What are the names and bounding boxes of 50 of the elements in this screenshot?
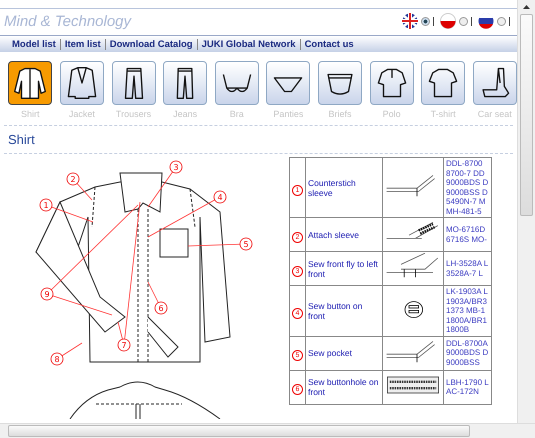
- process-name: Counterstich sleeve: [308, 178, 357, 198]
- language-radio[interactable]: [459, 16, 468, 26]
- category-tile[interactable]: [472, 61, 517, 105]
- category-tile[interactable]: [266, 61, 310, 105]
- category-label: Briefs: [328, 109, 352, 119]
- shirt-icon: [13, 66, 48, 100]
- machine-models: MO-6716D 6716S MO-: [446, 225, 488, 244]
- category-label: Polo: [382, 109, 401, 119]
- stitch-diagram: [385, 253, 441, 279]
- category-tile[interactable]: [163, 61, 208, 105]
- flag-icon[interactable]: [402, 13, 418, 29]
- jacket-icon: [64, 66, 99, 100]
- horizontal-scrollbar-thumb[interactable]: [8, 425, 470, 437]
- process-name: Sew buttonhole on front: [308, 377, 380, 397]
- language-radio[interactable]: [497, 16, 506, 26]
- machine-models: LBH-1790 L AC-172N: [446, 378, 489, 396]
- category-label: Car seat: [478, 109, 512, 119]
- process-name: Sew button on front: [308, 300, 364, 321]
- nav-link[interactable]: Item list: [60, 38, 105, 50]
- category-label: Jeans: [173, 109, 198, 119]
- language-radio[interactable]: [421, 16, 430, 26]
- process-name: Sew pocket: [308, 348, 353, 358]
- nav-link[interactable]: Model list: [8, 38, 60, 50]
- machine-models: DDL-8700A 9000BDS D 9000BSS: [446, 338, 489, 368]
- category-label: Jacket: [68, 109, 95, 119]
- category-tile[interactable]: [8, 61, 52, 105]
- category-label: Panties: [273, 109, 304, 119]
- category-tile[interactable]: [214, 61, 259, 105]
- category-tile[interactable]: [112, 61, 156, 105]
- process-name: Sew front fly to left front: [308, 258, 379, 278]
- category-tile[interactable]: [60, 61, 104, 105]
- nav-link[interactable]: Download Catalog: [104, 38, 197, 50]
- vertical-scrollbar-thumb[interactable]: [520, 14, 534, 216]
- machine-models: LH-3528A L 3528A-7 L: [446, 259, 489, 278]
- machine-models: DDL-8700 8700-7 DD 9000BDS D 9000BSS D 5490N-7 M MH-481-5: [446, 159, 489, 216]
- machine-models: LK-1903A L 1903A/BR3 1373 MB-1 1800A/BR1 1800B: [446, 287, 489, 334]
- scroll-up-icon[interactable]: [522, 3, 532, 12]
- process-name: Attach sleeve: [308, 230, 360, 240]
- category-label: Bra: [230, 109, 244, 119]
- flag-icon[interactable]: [478, 13, 494, 29]
- section-title: Shirt: [8, 132, 36, 147]
- category-label: Shirt: [21, 109, 40, 119]
- category-tile[interactable]: [421, 61, 466, 105]
- category-tile[interactable]: [370, 61, 414, 105]
- category-label: T-shirt: [430, 109, 456, 119]
- nav-link[interactable]: Contact us: [300, 38, 358, 50]
- category-label: Trousers: [116, 109, 152, 119]
- category-tile[interactable]: [318, 61, 362, 105]
- site-title: Mind & Technology: [4, 12, 132, 30]
- nav-link[interactable]: JUKI Global Network: [196, 38, 300, 50]
